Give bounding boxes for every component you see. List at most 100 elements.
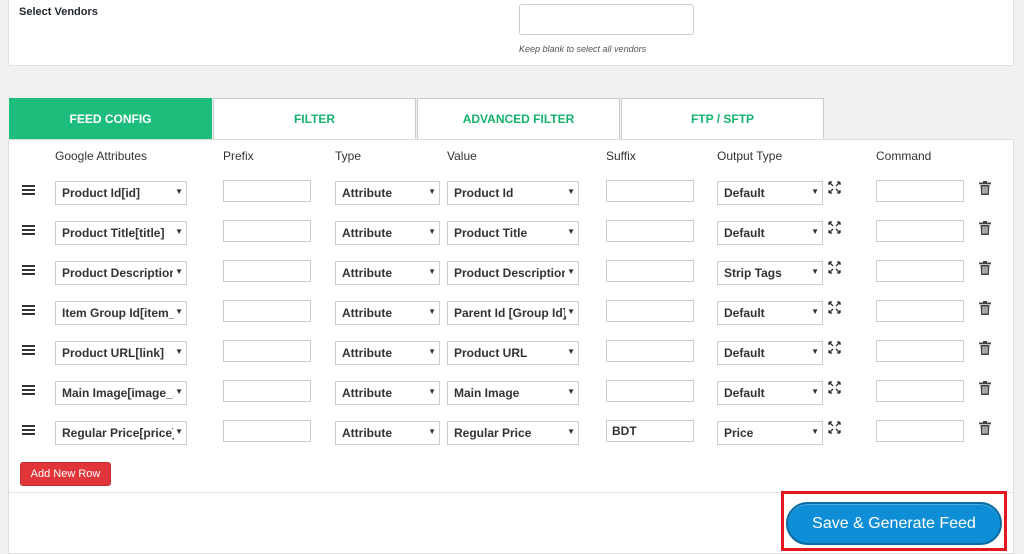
output-type-select[interactable]: Default ▼: [717, 181, 823, 205]
prefix-input[interactable]: [223, 300, 311, 322]
trash-icon[interactable]: [979, 381, 991, 395]
prefix-input[interactable]: [223, 260, 311, 282]
dropdown-arrow-icon: ▼: [426, 227, 436, 236]
attribute-select[interactable]: Main Image[image_link]▼: [55, 381, 187, 405]
attribute-select[interactable]: Product Id[id] ▼: [55, 181, 187, 205]
suffix-input[interactable]: [606, 220, 694, 242]
expand-icon[interactable]: [828, 381, 841, 394]
attribute-select[interactable]: Product Description ▼: [55, 261, 187, 285]
suffix-input[interactable]: [606, 340, 694, 362]
col-header-output-type: Output Type: [717, 149, 783, 163]
type-select[interactable]: Attribute ▼: [335, 341, 440, 365]
dropdown-arrow-icon: ▼: [173, 267, 183, 276]
command-input[interactable]: [876, 300, 964, 322]
add-new-row-button[interactable]: Add New Row: [20, 462, 111, 486]
suffix-input[interactable]: [606, 380, 694, 402]
attribute-select-value: Product Description: [62, 266, 174, 280]
dropdown-arrow-icon: ▼: [809, 227, 819, 236]
expand-icon[interactable]: [828, 341, 841, 354]
drag-handle-icon[interactable]: [22, 425, 35, 435]
suffix-input[interactable]: BDT: [606, 420, 694, 442]
command-input[interactable]: [876, 220, 964, 242]
prefix-input[interactable]: [223, 180, 311, 202]
output-type-select[interactable]: Default ▼: [717, 221, 823, 245]
command-input[interactable]: [876, 340, 964, 362]
dropdown-arrow-icon: ▼: [173, 227, 183, 236]
attribute-select[interactable]: Product URL[link] ▼: [55, 341, 187, 365]
command-input[interactable]: [876, 420, 964, 442]
attribute-select-value: Product Title[title]: [62, 226, 165, 240]
save-generate-feed-button[interactable]: Save & Generate Feed: [786, 502, 1002, 545]
trash-icon[interactable]: [979, 421, 991, 435]
value-select[interactable]: Regular Price ▼: [447, 421, 579, 445]
type-select-value: Attribute: [342, 306, 392, 320]
output-type-select-value: Default: [724, 346, 765, 360]
expand-icon[interactable]: [828, 301, 841, 314]
tab-ftp-sftp[interactable]: FTP / SFTP: [621, 98, 824, 139]
type-select-value: Attribute: [342, 186, 392, 200]
suffix-input[interactable]: [606, 300, 694, 322]
prefix-input[interactable]: [223, 420, 311, 442]
expand-icon[interactable]: [828, 421, 841, 434]
tab-advanced-filter[interactable]: ADVANCED FILTER: [417, 98, 620, 139]
command-input[interactable]: [876, 380, 964, 402]
vendors-input[interactable]: [519, 4, 694, 35]
attribute-select[interactable]: Regular Price[price] ▼: [55, 421, 187, 445]
expand-icon[interactable]: [828, 261, 841, 274]
type-select[interactable]: Attribute ▼: [335, 421, 440, 445]
type-select[interactable]: Attribute ▼: [335, 261, 440, 285]
output-type-select[interactable]: Price ▼: [717, 421, 823, 445]
attribute-select[interactable]: Item Group Id[item_group_id]▼: [55, 301, 187, 325]
suffix-input[interactable]: [606, 260, 694, 282]
type-select[interactable]: Attribute ▼: [335, 301, 440, 325]
prefix-input[interactable]: [223, 340, 311, 362]
trash-icon[interactable]: [979, 301, 991, 315]
expand-icon[interactable]: [828, 181, 841, 194]
dropdown-arrow-icon: ▼: [173, 347, 183, 356]
drag-handle-icon[interactable]: [22, 225, 35, 235]
output-type-select[interactable]: Default ▼: [717, 341, 823, 365]
drag-handle-icon[interactable]: [22, 185, 35, 195]
drag-handle-icon[interactable]: [22, 305, 35, 315]
type-select[interactable]: Attribute ▼: [335, 181, 440, 205]
type-select-value: Attribute: [342, 426, 392, 440]
dropdown-arrow-icon: ▼: [809, 307, 819, 316]
drag-handle-icon[interactable]: [22, 345, 35, 355]
prefix-input[interactable]: [223, 380, 311, 402]
feed-config-row: Main Image[image_link]▼ Attribute▼ Main Im…: [9, 380, 1013, 406]
command-input[interactable]: [876, 180, 964, 202]
drag-handle-icon[interactable]: [22, 385, 35, 395]
value-select[interactable]: Product Id ▼: [447, 181, 579, 205]
trash-icon[interactable]: [979, 181, 991, 195]
dropdown-arrow-icon: ▼: [565, 187, 575, 196]
col-header-google-attributes: Google Attributes: [55, 149, 148, 163]
attribute-select[interactable]: Product Title[title] ▼: [55, 221, 187, 245]
type-select[interactable]: Attribute ▼: [335, 221, 440, 245]
expand-icon[interactable]: [828, 221, 841, 234]
type-select[interactable]: Attribute ▼: [335, 381, 440, 405]
feed-config-row: Product Title[title] ▼ Attribute ▼ Product T…: [9, 220, 1013, 246]
output-type-select[interactable]: Default ▼: [717, 381, 823, 405]
value-select-value: Parent Id [Group Id]: [454, 306, 566, 320]
value-select[interactable]: Main Image ▼: [447, 381, 579, 405]
suffix-input[interactable]: [606, 180, 694, 202]
output-type-select[interactable]: Default ▼: [717, 301, 823, 325]
dropdown-arrow-icon: ▼: [565, 227, 575, 236]
dropdown-arrow-icon: ▼: [565, 427, 575, 436]
value-select[interactable]: Product Title ▼: [447, 221, 579, 245]
drag-handle-icon[interactable]: [22, 265, 35, 275]
value-select[interactable]: Product Description ▼: [447, 261, 579, 285]
tab-filter[interactable]: FILTER: [213, 98, 416, 139]
output-type-select-value: Default: [724, 386, 765, 400]
trash-icon[interactable]: [979, 341, 991, 355]
tab-feed-config[interactable]: FEED CONFIG: [9, 98, 212, 139]
output-type-select[interactable]: Strip Tags ▼: [717, 261, 823, 285]
command-input[interactable]: [876, 260, 964, 282]
dropdown-arrow-icon: ▼: [173, 187, 183, 196]
value-select[interactable]: Product URL ▼: [447, 341, 579, 365]
prefix-input[interactable]: [223, 220, 311, 242]
dropdown-arrow-icon: ▼: [565, 267, 575, 276]
trash-icon[interactable]: [979, 261, 991, 275]
value-select[interactable]: Parent Id [Group Id] ▼: [447, 301, 579, 325]
trash-icon[interactable]: [979, 221, 991, 235]
